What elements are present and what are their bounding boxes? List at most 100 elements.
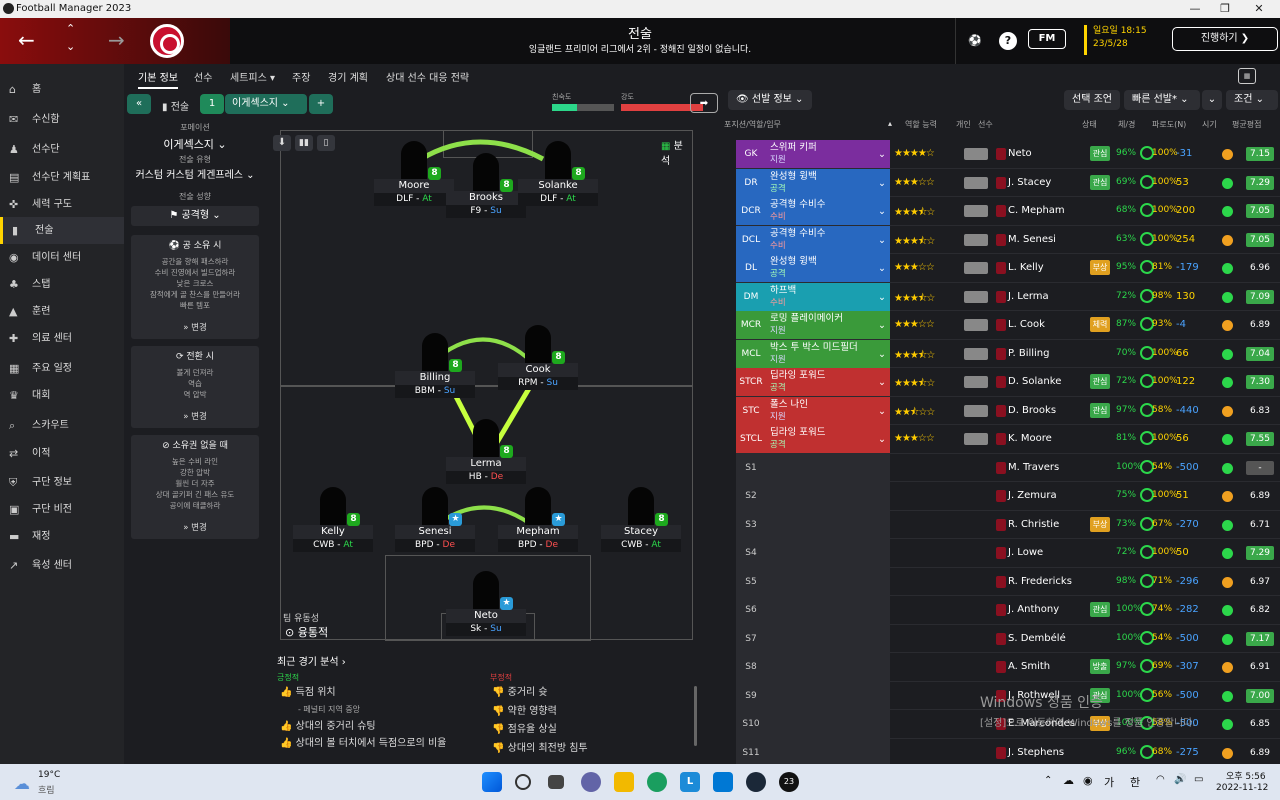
chat-icon[interactable] — [581, 772, 601, 792]
player-name[interactable]: J. Anthony — [1008, 604, 1059, 615]
player-name[interactable]: J. Zemura — [1008, 490, 1057, 501]
player-name[interactable]: Moore — [374, 179, 454, 193]
table-row[interactable]: DL 완성형 윙백 공격 ⌄ ★★★☆☆ L. Kelly 부상 95% 81% -179 6.96 — [736, 254, 1280, 283]
chevron-down-icon[interactable]: ⌄ — [878, 262, 886, 275]
individual-instructions-icon[interactable] — [964, 404, 988, 417]
tab-players[interactable]: 선수 — [194, 69, 212, 84]
col-avg-rating[interactable]: 평균평점 — [1232, 119, 1261, 130]
sidebar-item-tactics[interactable]: ▮ 전술 — [0, 217, 124, 244]
player-name[interactable]: Cook — [498, 363, 578, 377]
globe-icon[interactable]: ⚽ — [966, 32, 984, 50]
sidebar-item-dynamics[interactable]: ✜ 세력 구도 — [0, 191, 124, 218]
tray-chevron-icon[interactable]: ⌃ — [1044, 775, 1052, 786]
player-name[interactable]: S. Dembélé — [1008, 633, 1066, 644]
table-row[interactable]: DR 완성형 윙백 공격 ⌄ ★★★☆☆ J. Stacey 관심 69% 100% 53 7.29 — [736, 168, 1280, 197]
sidebar-item-medical[interactable]: ✚ 의료 센터 — [0, 325, 124, 352]
player-name[interactable]: Mepham — [498, 525, 578, 539]
fm-menu-button[interactable]: FM — [1028, 29, 1066, 49]
chevron-up-icon[interactable]: ⌃ — [66, 22, 75, 35]
player-role[interactable]: CWB - At — [293, 539, 373, 552]
player-name[interactable]: M. Senesi — [1008, 234, 1056, 245]
col-role-ability[interactable]: 역할 능력 — [905, 119, 937, 130]
pick-suggest-button[interactable]: 선택 조언 — [1064, 90, 1120, 110]
sidebar-item-data[interactable]: ◉ 데이터 센터 — [0, 244, 124, 271]
chevron-down-icon[interactable]: ⌄ — [66, 40, 75, 53]
player-role[interactable]: Sk - Su — [446, 623, 526, 636]
ime-indicator[interactable]: 가 — [1104, 774, 1114, 790]
col-sharpness[interactable]: 파로도(N) — [1152, 119, 1186, 130]
role-cell[interactable]: 폴스 나인 지원 ⌄ — [766, 396, 890, 425]
sidebar-item-trophy[interactable]: ♛ 대회 — [0, 382, 124, 409]
maximize-icon[interactable]: ❐ — [1210, 0, 1240, 18]
sidebar-item-scout[interactable]: ⌕ 스카우트 — [0, 412, 124, 439]
chevron-down-icon[interactable]: ⌄ — [878, 148, 886, 161]
help-icon[interactable]: ? — [999, 32, 1017, 50]
sidebar-item-home[interactable]: ⌂ 홈 — [0, 76, 124, 103]
player-name[interactable]: J. Lowe — [1008, 547, 1043, 558]
search-icon[interactable] — [515, 774, 531, 790]
player-name[interactable]: J. Stephens — [1008, 747, 1064, 758]
col-condition[interactable]: 체/경 — [1118, 119, 1135, 130]
player-slot-stacey[interactable]: Stacey CWB - At 8 — [601, 487, 681, 552]
edge-icon[interactable] — [647, 772, 667, 792]
player-role[interactable]: BPD - De — [498, 539, 578, 552]
table-row[interactable]: STCL 딥라잉 포워드 공격 ⌄ ★★★☆☆ K. Moore 81% 100% 56 7.55 — [736, 425, 1280, 454]
tactic-name-select[interactable]: 이게섹스지 ⌄ — [225, 94, 307, 114]
table-row[interactable]: S6 J. Anthony 관심 100% 74% -282 6.82 — [736, 596, 1280, 625]
sidebar-item-calendar[interactable]: ▦ 주요 일정 — [0, 355, 124, 382]
player-slot-cook[interactable]: Cook RPM - Su 8 — [498, 325, 578, 390]
analysis-title[interactable]: 최근 경기 분석 › — [277, 653, 346, 668]
sidebar-item-finance[interactable]: ▬ 재정 — [0, 523, 124, 550]
col-status[interactable]: 상태 — [1082, 119, 1097, 130]
player-role[interactable]: BBM - Su — [395, 385, 475, 398]
role-cell[interactable] — [766, 482, 890, 510]
weather-icon[interactable]: ☁ — [14, 774, 30, 793]
table-row[interactable]: DCL 공격형 수비수 수비 ⌄ ★★★⯪☆ M. Senesi 63% 100% 254 7.0… — [736, 225, 1280, 254]
tab-overview[interactable]: 기본 정보 — [138, 69, 178, 89]
tray-cloud-icon[interactable]: ☁ — [1063, 774, 1074, 787]
close-icon[interactable]: ✕ — [1244, 0, 1274, 18]
tab-opposition[interactable]: 상대 선수 대응 전략 — [386, 69, 469, 84]
player-name[interactable]: A. Smith — [1008, 661, 1050, 672]
wifi-icon[interactable]: ◠ — [1156, 774, 1165, 785]
table-row[interactable]: S11 J. Stephens 96% 68% -275 6.89 — [736, 738, 1280, 767]
tab-set-pieces[interactable]: 세트피스 ▾ — [230, 69, 275, 84]
role-cell[interactable]: 로밍 플레이메이커 지원 ⌄ — [766, 311, 890, 339]
table-row[interactable]: S4 J. Lowe 72% 100% 50 7.29 — [736, 539, 1280, 568]
tray-steam-icon[interactable]: ◉ — [1083, 774, 1093, 787]
player-slot-mepham[interactable]: Mepham BPD - De ★ — [498, 487, 578, 552]
sidebar-item-plan[interactable]: ▤ 선수단 계획표 — [0, 164, 124, 191]
role-cell[interactable] — [766, 453, 890, 482]
individual-instructions-icon[interactable] — [964, 433, 988, 445]
sort-arrow-icon[interactable]: ▴ — [888, 119, 892, 128]
role-cell[interactable] — [766, 510, 890, 539]
sidebar-item-staff[interactable]: ♣ 스탭 — [0, 271, 124, 298]
steam-icon[interactable] — [746, 772, 766, 792]
role-cell[interactable] — [766, 710, 890, 738]
player-role[interactable]: HB - De — [446, 471, 526, 484]
tab-match-plan[interactable]: 경기 계획 — [328, 69, 368, 84]
mentality-select[interactable]: ⚑ 공격형 ⌄ — [131, 206, 259, 226]
player-slot-solanke[interactable]: Solanke DLF - At 8 — [518, 141, 598, 206]
collapse-icon[interactable]: « — [127, 94, 151, 114]
role-cell[interactable] — [766, 567, 890, 596]
player-name[interactable]: R. Fredericks — [1008, 576, 1072, 587]
player-role[interactable]: F9 - Su — [446, 205, 526, 218]
table-row[interactable]: STC 폴스 나인 지원 ⌄ ★★⯪☆☆ D. Brooks 관심 97% 58% -440 6.8… — [736, 396, 1280, 425]
individual-instructions-icon[interactable] — [964, 176, 988, 189]
player-name[interactable]: D. Brooks — [1008, 405, 1056, 416]
continue-button[interactable]: 진행하기 ❯ — [1172, 27, 1278, 51]
out-of-possession-card[interactable]: ⊘ 소유권 없을 때 높은 수비 라인 강한 압박 훨씬 더 자주 상대 골키퍼… — [131, 435, 259, 539]
screenshot-icon[interactable]: ▦ — [1238, 68, 1256, 84]
club-crest-icon[interactable] — [150, 24, 184, 58]
formation-select[interactable]: 이게섹스지 ⌄ — [131, 136, 259, 152]
change-button[interactable]: » 변경 — [131, 523, 259, 534]
role-cell[interactable]: 공격형 수비수 수비 ⌄ — [766, 197, 890, 225]
sidebar-item-vision[interactable]: ▣ 구단 비전 — [0, 496, 124, 523]
add-tactic-button[interactable]: + — [309, 94, 333, 114]
in-transition-card[interactable]: ⟳ 전환 시 볼게 던져라 역습 역 압박 » 변경 — [131, 346, 259, 428]
role-cell[interactable]: 공격형 수비수 수비 ⌄ — [766, 225, 890, 254]
role-cell[interactable]: 박스 투 박스 미드필더 지원 ⌄ — [766, 339, 890, 368]
individual-instructions-icon[interactable] — [964, 148, 988, 160]
chevron-down-icon[interactable]: ⌄ — [878, 405, 886, 418]
